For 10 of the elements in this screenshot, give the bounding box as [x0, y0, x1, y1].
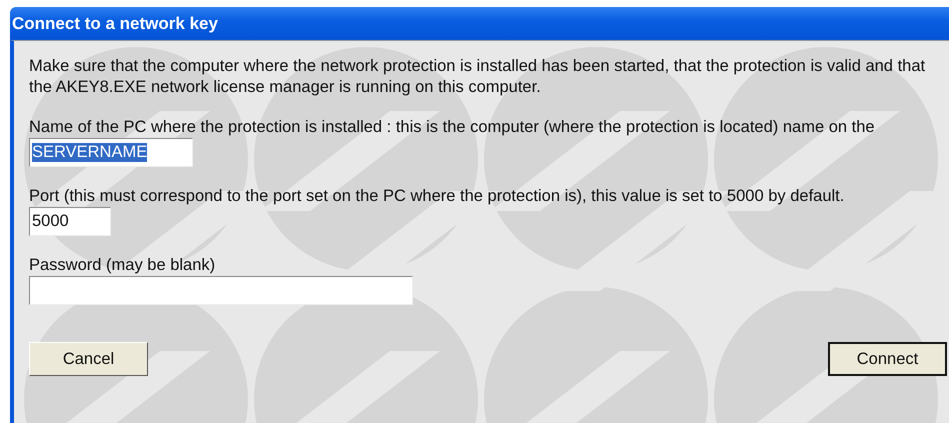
window-title: Connect to a network key	[12, 14, 218, 34]
field-label: Port (this must correspond to the port set on the PC where the protection is), this value is set to 5000 by default.	[29, 186, 844, 206]
field-label: Name of the PC where the protection is installed : this is the computer (where the protection is located) name on the	[29, 117, 875, 137]
instruction-text: Make sure that the computer where the network protection is installed has been started, that the protection is valid and that the AKEY8.EXE network license manager is running on this computer.	[29, 56, 926, 98]
input-field[interactable]: 5000	[29, 207, 111, 236]
input-field[interactable]	[29, 276, 413, 305]
cancel-button[interactable]: Cancel	[29, 342, 148, 376]
input-field[interactable]: SERVERNAME	[29, 138, 193, 167]
field-label: Password (may be blank)	[29, 255, 216, 275]
connect-button[interactable]: Connect	[828, 342, 947, 376]
